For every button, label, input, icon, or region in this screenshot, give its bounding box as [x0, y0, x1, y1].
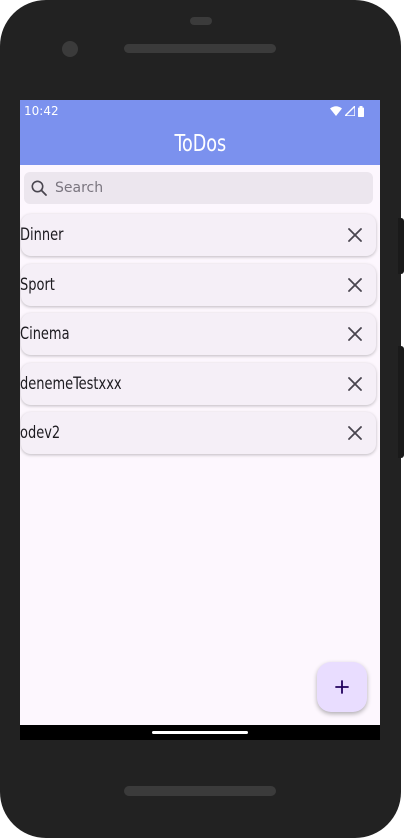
phone-frame: 10:42 ToDos Search Dinner Sport Cinema d…: [0, 0, 404, 838]
close-icon: [348, 278, 362, 292]
signal-icon: [345, 106, 355, 116]
remove-todo-button[interactable]: [335, 215, 375, 255]
close-icon: [348, 327, 362, 341]
system-nav-bar: [20, 725, 380, 740]
remove-todo-button[interactable]: [335, 364, 375, 404]
battery-icon: [358, 105, 364, 117]
wifi-icon: [330, 106, 342, 116]
status-time: 10:42: [24, 104, 59, 118]
list-item[interactable]: Cinema: [20, 313, 376, 355]
page-title: ToDos: [174, 130, 226, 157]
remove-todo-button[interactable]: [335, 314, 375, 354]
status-bar: 10:42: [20, 100, 380, 122]
volume-button: [398, 346, 404, 458]
app-bar: ToDos: [20, 122, 380, 165]
power-button: [398, 218, 404, 274]
status-icons: [330, 105, 364, 117]
search-placeholder: Search: [55, 180, 104, 196]
plus-icon: [335, 680, 349, 694]
front-camera: [62, 41, 78, 57]
search-icon: [30, 179, 48, 197]
bottom-speaker: [124, 786, 276, 796]
close-icon: [348, 426, 362, 440]
proximity-sensor: [190, 17, 212, 25]
search-input[interactable]: Search: [24, 172, 373, 204]
close-icon: [348, 377, 362, 391]
list-item[interactable]: Sport: [20, 264, 376, 306]
add-todo-button[interactable]: [317, 662, 367, 712]
todo-label: Cinema: [20, 324, 70, 344]
todo-label: odev2: [20, 423, 61, 443]
todo-label: Dinner: [20, 225, 64, 245]
close-icon: [348, 228, 362, 242]
list-item[interactable]: denemeTestxxx: [20, 363, 376, 405]
todo-label: Sport: [20, 275, 55, 295]
remove-todo-button[interactable]: [335, 265, 375, 305]
todo-label: denemeTestxxx: [20, 374, 122, 394]
earpiece-speaker: [124, 44, 276, 53]
list-item[interactable]: odev2: [20, 412, 376, 454]
list-item[interactable]: Dinner: [20, 214, 376, 256]
home-gesture-handle[interactable]: [152, 731, 248, 734]
remove-todo-button[interactable]: [335, 413, 375, 453]
app-screen: 10:42 ToDos Search Dinner Sport Cinema d…: [20, 100, 380, 740]
